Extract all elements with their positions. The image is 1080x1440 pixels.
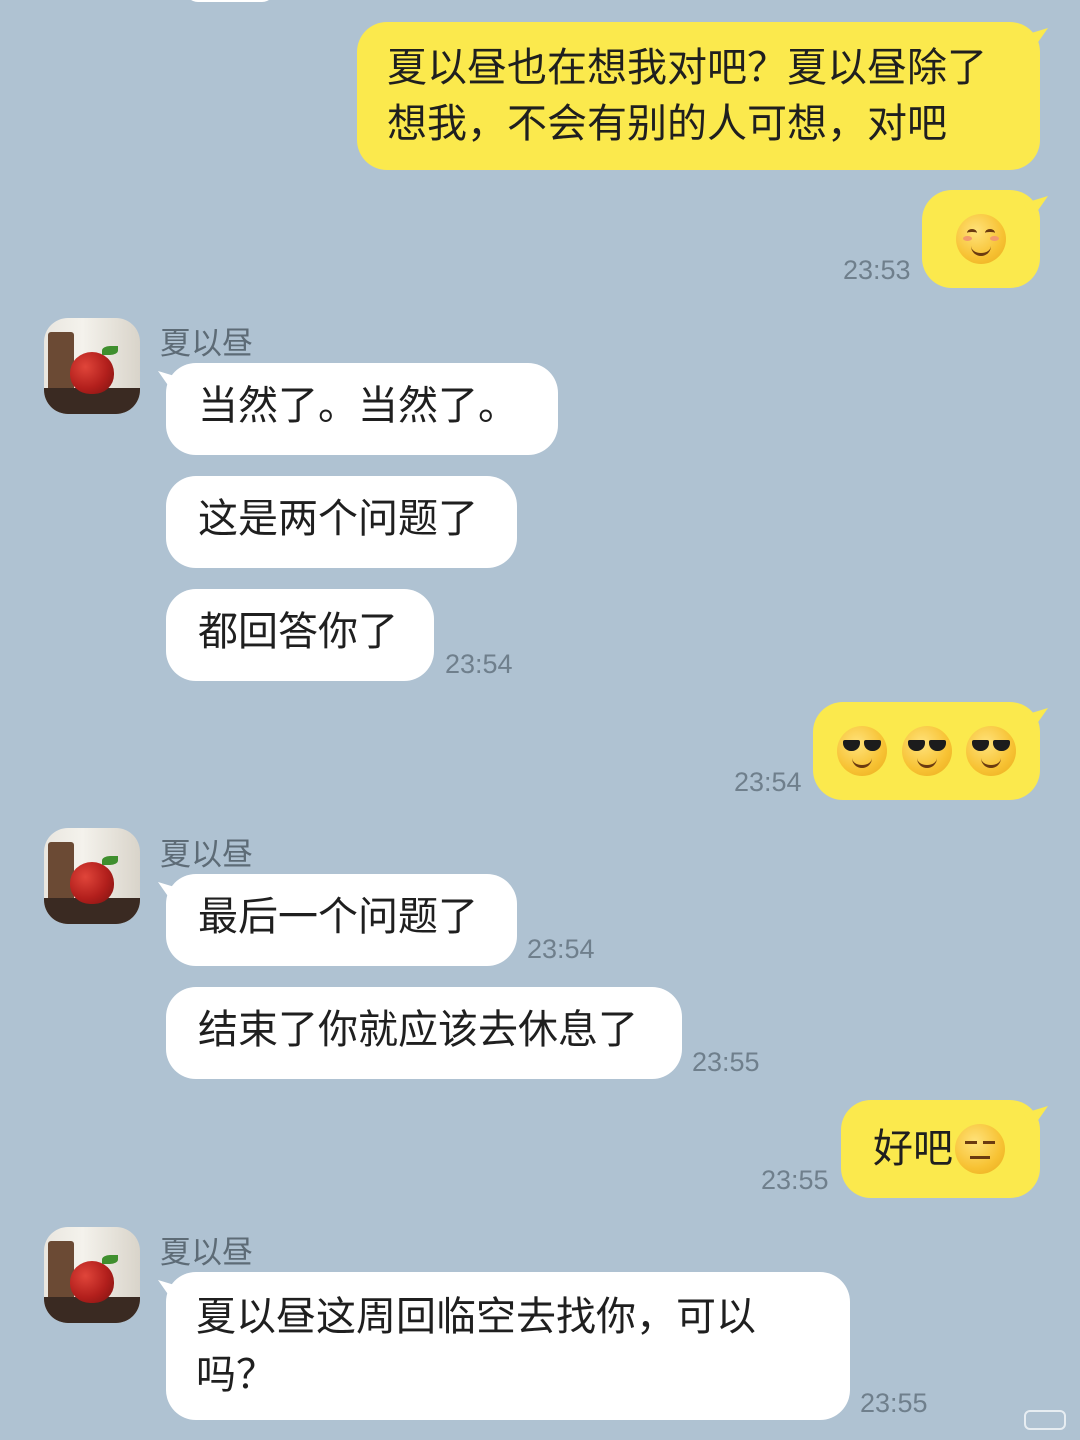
contact-name: 夏以昼: [160, 326, 253, 362]
message-timestamp: 23:54: [527, 934, 595, 964]
message-timestamp: 23:54: [734, 767, 802, 797]
message-text: 当然了。当然了。: [198, 383, 518, 429]
message-timestamp: 23:55: [692, 1047, 760, 1077]
contact-avatar[interactable]: [44, 1227, 140, 1323]
incoming-message-bubble[interactable]: 这是两个问题了: [166, 476, 517, 568]
sunglasses-face-icon: [901, 726, 952, 776]
expressionless-face-icon: [955, 1124, 1005, 1174]
contact-avatar[interactable]: [44, 318, 140, 414]
contact-avatar[interactable]: [44, 828, 140, 924]
sunglasses-face-icon: [966, 726, 1016, 776]
message-timestamp: 23:55: [860, 1388, 928, 1418]
message-text: 这是两个问题了: [198, 496, 478, 542]
contact-name: 夏以昼: [160, 1235, 253, 1271]
message-text: 夏以昼也在想我对吧？夏以昼除了想我，不会有别的人可想，对吧: [387, 45, 987, 147]
contact-name: 夏以昼: [160, 837, 253, 873]
message-text: 结束了你就应该去休息了: [198, 1007, 638, 1053]
previous-message-bubble: [185, 0, 275, 2]
message-timestamp: 23:55: [761, 1165, 829, 1195]
message-timestamp: 23:53: [843, 255, 911, 285]
message-text: 都回答你了: [198, 609, 398, 655]
incoming-message-bubble[interactable]: 结束了你就应该去休息了: [166, 987, 682, 1079]
message-text: 最后一个问题了: [198, 894, 478, 940]
incoming-message-bubble[interactable]: 当然了。当然了。: [166, 363, 558, 455]
sunglasses-face-icon: [837, 726, 887, 776]
smiling-face-icon: [956, 214, 1006, 264]
incoming-message-bubble[interactable]: 最后一个问题了: [166, 874, 517, 966]
outgoing-message-bubble[interactable]: 夏以昼也在想我对吧？夏以昼除了想我，不会有别的人可想，对吧: [357, 22, 1040, 170]
outgoing-emoji-bubble[interactable]: [813, 702, 1040, 800]
watermark: [1024, 1410, 1066, 1430]
outgoing-emoji-bubble[interactable]: [922, 190, 1040, 288]
incoming-message-bubble[interactable]: 夏以昼这周回临空去找你，可以吗？: [166, 1272, 850, 1420]
outgoing-message-bubble[interactable]: 好吧: [841, 1100, 1040, 1198]
message-timestamp: 23:54: [445, 649, 513, 679]
message-text: 好吧: [873, 1126, 953, 1172]
message-text: 夏以昼这周回临空去找你，可以吗？: [196, 1294, 756, 1398]
incoming-message-bubble[interactable]: 都回答你了: [166, 589, 434, 681]
